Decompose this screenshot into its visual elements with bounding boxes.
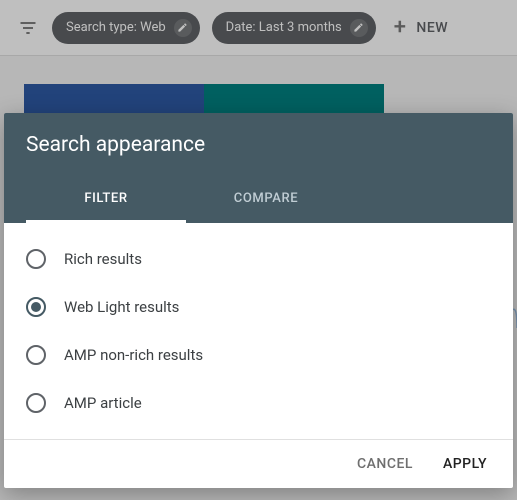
- radio-icon: [26, 345, 46, 365]
- apply-button[interactable]: APPLY: [443, 456, 487, 472]
- filter-option[interactable]: Web Light results: [26, 283, 491, 331]
- search-appearance-dialog: Search appearance FILTER COMPARE Rich re…: [4, 113, 513, 488]
- radio-icon: [26, 297, 46, 317]
- tab-compare[interactable]: COMPARE: [186, 177, 346, 223]
- filter-options: Rich results Web Light results AMP non-ric…: [4, 223, 513, 439]
- dialog-actions: CANCEL APPLY: [4, 439, 513, 488]
- option-label: AMP article: [64, 394, 142, 412]
- option-label: Rich results: [64, 250, 142, 268]
- dialog-tabs: FILTER COMPARE: [26, 177, 491, 223]
- radio-icon: [26, 393, 46, 413]
- dialog-header: Search appearance FILTER COMPARE: [4, 113, 513, 223]
- tab-filter[interactable]: FILTER: [26, 177, 186, 223]
- radio-icon: [26, 249, 46, 269]
- dialog-title: Search appearance: [26, 133, 491, 157]
- option-label: AMP non-rich results: [64, 346, 203, 364]
- filter-option[interactable]: AMP non-rich results: [26, 331, 491, 379]
- option-label: Web Light results: [64, 298, 179, 316]
- filter-option[interactable]: Rich results: [26, 235, 491, 283]
- cancel-button[interactable]: CANCEL: [357, 456, 413, 472]
- filter-option[interactable]: AMP article: [26, 379, 491, 427]
